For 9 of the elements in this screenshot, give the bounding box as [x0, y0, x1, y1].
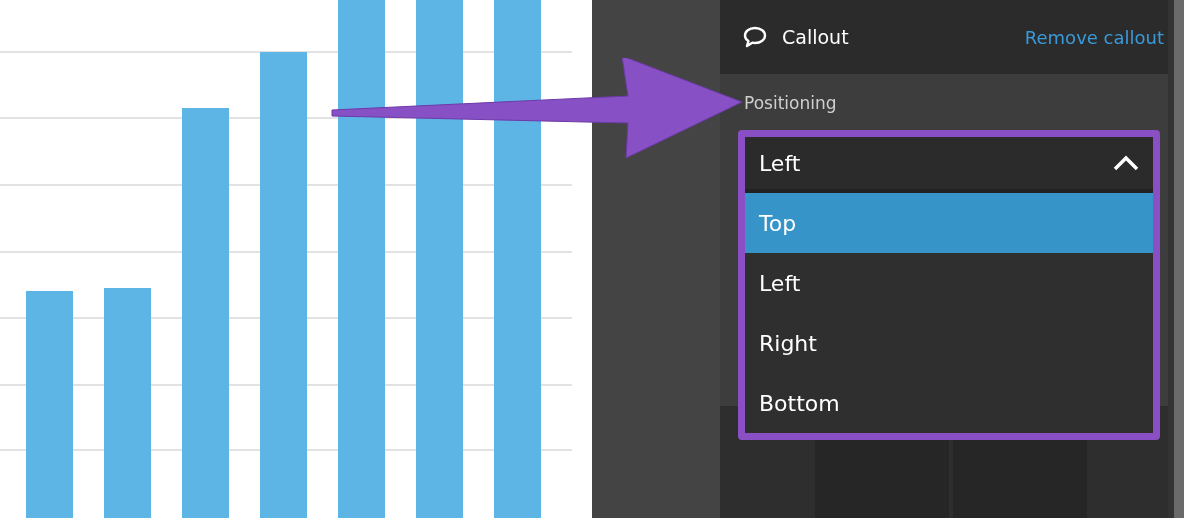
- panel-title: Callout: [782, 26, 850, 48]
- field-label: Positioning: [744, 93, 837, 113]
- caret-up-icon: [1113, 155, 1139, 171]
- speech-bubble-icon: [742, 25, 768, 49]
- dropdown-option[interactable]: Right: [745, 313, 1153, 373]
- dropdown-option[interactable]: Bottom: [745, 373, 1153, 433]
- dropdown-option[interactable]: Left: [745, 253, 1153, 313]
- remove-callout-link[interactable]: Remove callout: [1024, 26, 1164, 48]
- scrollbar[interactable]: [1168, 0, 1184, 518]
